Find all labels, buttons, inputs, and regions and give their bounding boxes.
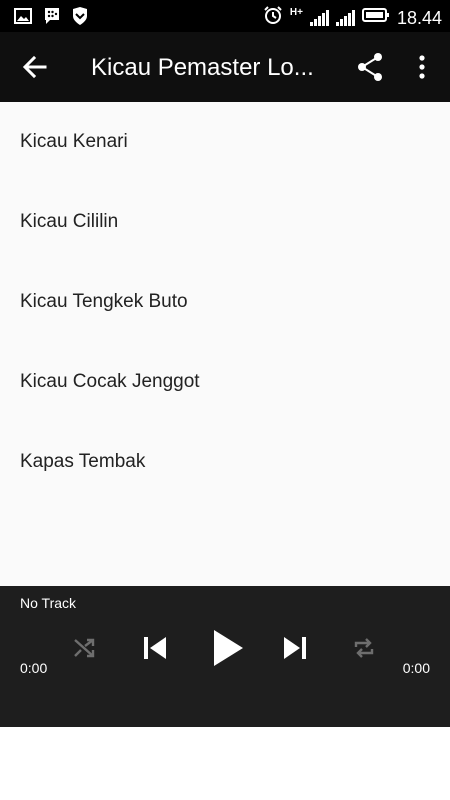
clock: 18.44 (396, 7, 442, 28)
list-item[interactable]: Kicau Cililin (0, 182, 450, 262)
battery-icon (361, 7, 390, 28)
bbm-icon (43, 7, 61, 30)
more-vert-icon[interactable] (412, 52, 432, 82)
notification-icons (14, 7, 88, 30)
share-icon[interactable] (356, 52, 384, 82)
skip-previous-icon[interactable] (141, 634, 169, 662)
song-title: Kicau Cocak Jenggot (20, 371, 200, 392)
signal-icon (309, 9, 329, 26)
track-name: No Track (20, 595, 77, 611)
song-title: Kicau Kenari (20, 131, 128, 152)
shuffle-icon[interactable] (72, 635, 98, 661)
bottom-area (0, 727, 450, 800)
list-item[interactable]: Kapas Tembak (0, 422, 450, 502)
repeat-icon[interactable] (351, 635, 377, 661)
song-title: Kapas Tembak (20, 451, 146, 472)
arrow-back-icon[interactable] (18, 50, 52, 84)
status-bar: H+ 18.44 (0, 0, 450, 32)
play-icon[interactable] (211, 628, 245, 668)
song-title: Kicau Cililin (20, 211, 119, 232)
song-title: Kicau Tengkek Buto (20, 291, 188, 312)
system-icons: H+ 18.44 (263, 5, 442, 30)
page-title: Kicau Pemaster Lo... (91, 54, 314, 81)
network-type: H+ (289, 6, 303, 18)
skip-next-icon[interactable] (281, 634, 309, 662)
list-item[interactable]: Kicau Tengkek Buto (0, 262, 450, 342)
alarm-icon (263, 5, 283, 30)
app-toolbar: Kicau Pemaster Lo... (0, 32, 450, 102)
list-item[interactable]: Kicau Kenari (0, 102, 450, 182)
time-total: 0:00 (402, 660, 430, 676)
shield-icon (72, 7, 88, 30)
list-item[interactable]: Kicau Cocak Jenggot (0, 342, 450, 422)
gallery-icon (14, 8, 32, 29)
song-list: Kicau Kenari Kicau Cililin Kicau Tengkek… (0, 102, 450, 586)
time-elapsed: 0:00 (20, 660, 48, 676)
media-player: No Track 0:00 0:00 (0, 586, 450, 727)
signal-icon (335, 9, 355, 26)
